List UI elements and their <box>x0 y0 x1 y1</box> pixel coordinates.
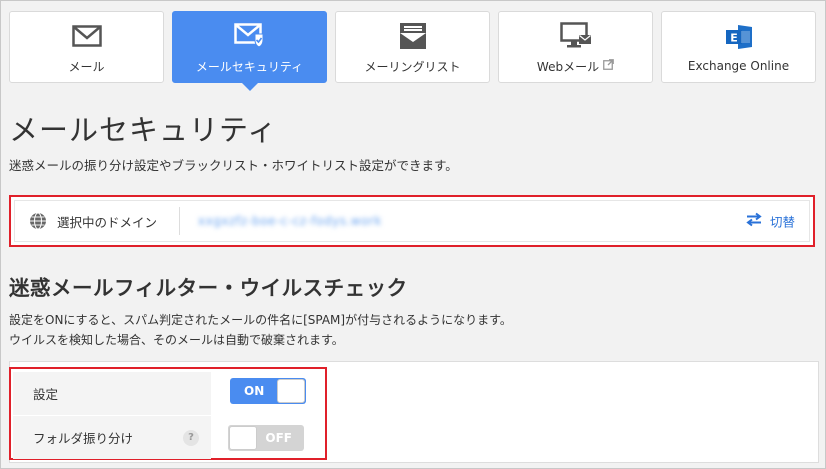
mailing-list-icon <box>397 20 429 52</box>
help-icon[interactable]: ? <box>183 429 199 446</box>
toggle-knob <box>229 426 257 450</box>
tab-label: Exchange Online <box>687 59 790 73</box>
domain-row: 選択中のドメイン xxgxzfz-boe-c-cz-fodys.work 切替 <box>14 200 810 242</box>
page-description: 迷惑メールの振り分け設定やブラックリスト・ホワイトリスト設定ができます。 <box>9 158 458 173</box>
swap-arrows-icon <box>746 212 762 230</box>
settings-highlight: 設定 ON フォルダ振り分け ? OFF <box>9 367 327 460</box>
tab-mailing-list[interactable]: メーリングリスト <box>335 11 490 83</box>
monitor-mail-icon <box>559 20 592 52</box>
section-title: 迷惑メールフィルター・ウイルスチェック <box>9 276 408 300</box>
section-description-2: ウイルスを検知した場合、そのメールは自動で破棄されます。 <box>9 333 344 347</box>
envelope-shield-icon <box>233 20 266 52</box>
folder-sort-toggle[interactable]: OFF <box>228 425 304 451</box>
switch-domain-button[interactable]: 切替 <box>746 212 795 231</box>
toggle-state: ON <box>244 384 265 398</box>
envelope-icon <box>71 20 103 52</box>
tab-label: メール <box>68 59 105 74</box>
setting-row-folder-sort: フォルダ振り分け ? <box>13 416 211 459</box>
toggle-knob <box>277 379 305 403</box>
globe-icon <box>29 212 47 230</box>
section-description: 設定をONにすると、スパム判定されたメールの件名に[SPAM]が付与されるように… <box>9 313 512 327</box>
domain-selector: 選択中のドメイン xxgxzfz-boe-c-cz-fodys.work 切替 <box>9 195 815 247</box>
exchange-icon: E <box>723 21 755 53</box>
tab-label: メールセキュリティ <box>195 59 304 74</box>
external-link-icon <box>603 59 614 73</box>
selected-domain: xxgxzfz-boe-c-cz-fodys.work <box>198 214 382 228</box>
page-title: メールセキュリティ <box>9 113 278 147</box>
setting-label: 設定 <box>33 387 59 402</box>
tab-label: メーリングリスト <box>364 59 461 74</box>
toggle-state: OFF <box>265 431 292 445</box>
switch-label: 切替 <box>769 214 795 230</box>
tab-label: Webメール <box>537 58 614 75</box>
setting-row-enable: 設定 <box>13 372 211 415</box>
tab-label-text: Webメール <box>536 59 600 74</box>
setting-label: フォルダ振り分け <box>33 431 134 446</box>
enable-toggle[interactable]: ON <box>230 378 306 404</box>
tab-exchange-online[interactable]: E Exchange Online <box>661 11 816 83</box>
svg-text:E: E <box>730 32 738 45</box>
tab-mail-security[interactable]: メールセキュリティ <box>172 11 327 91</box>
domain-label: 選択中のドメイン <box>57 214 158 230</box>
tab-webmail[interactable]: Webメール <box>498 11 653 83</box>
tab-mail[interactable]: メール <box>9 11 164 83</box>
divider <box>179 207 181 235</box>
service-tabs: メール メールセキュリティ メーリングリスト Webメール E Exchange… <box>9 11 816 91</box>
